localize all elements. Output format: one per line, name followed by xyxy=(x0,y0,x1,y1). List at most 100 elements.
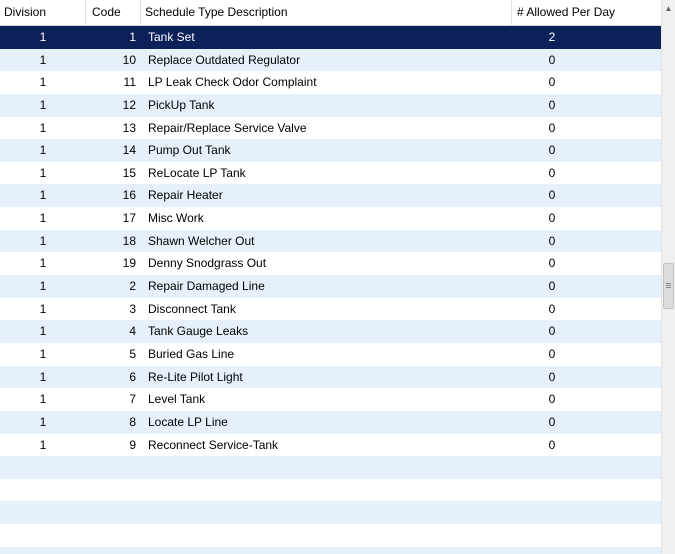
cell-allowed-per-day: 0 xyxy=(548,414,556,429)
cell-division: 1 xyxy=(39,165,47,180)
scroll-up-icon[interactable]: ▲ xyxy=(662,0,675,17)
schedule-type-grid[interactable]: Division Code Schedule Type Description … xyxy=(0,0,661,554)
grip-icon xyxy=(666,287,671,288)
cell-allowed-per-day: 0 xyxy=(548,233,556,248)
vertical-scrollbar[interactable]: ▲ xyxy=(661,0,675,554)
cell-division: 1 xyxy=(39,75,47,90)
cell-allowed-per-day: 2 xyxy=(548,30,556,44)
empty-table-row[interactable] xyxy=(0,478,661,502)
empty-table-row[interactable] xyxy=(0,456,661,479)
cell-code: 12 xyxy=(122,97,136,112)
cell-description: Level Tank xyxy=(148,392,206,407)
cell-division: 1 xyxy=(39,256,47,271)
cell-description: Repair Heater xyxy=(148,188,223,203)
cell-division: 1 xyxy=(39,437,47,452)
cell-code: 3 xyxy=(129,301,136,316)
cell-division: 1 xyxy=(39,120,47,135)
cell-allowed-per-day: 0 xyxy=(548,165,556,180)
cell-division: 1 xyxy=(39,301,47,316)
table-row[interactable]: 1 11 LP Leak Check Odor Complaint 0 xyxy=(0,71,661,94)
cell-description: PickUp Tank xyxy=(148,97,215,112)
cell-description: Re-Lite Pilot Light xyxy=(148,369,243,384)
table-row[interactable]: 1 6 Re-Lite Pilot Light 0 xyxy=(0,365,661,389)
cell-code: 15 xyxy=(122,165,136,180)
cell-description: Denny Snodgrass Out xyxy=(148,256,267,271)
table-row[interactable]: 1 18 Shawn Welcher Out 0 xyxy=(0,229,661,253)
cell-description: Shawn Welcher Out xyxy=(148,233,255,248)
column-header-description[interactable]: Schedule Type Description xyxy=(141,0,512,25)
cell-description: ReLocate LP Tank xyxy=(148,165,246,180)
cell-description: Tank Set xyxy=(148,30,195,44)
cell-description: Tank Gauge Leaks xyxy=(148,324,249,339)
table-row[interactable]: 1 12 PickUp Tank 0 xyxy=(0,93,661,117)
grid-header: Division Code Schedule Type Description … xyxy=(0,0,661,26)
cell-description: Reconnect Service-Tank xyxy=(148,437,279,452)
cell-allowed-per-day: 0 xyxy=(548,301,556,316)
cell-description: Locate LP Line xyxy=(148,414,228,429)
cell-division: 1 xyxy=(39,52,47,67)
cell-code: 1 xyxy=(129,30,136,44)
table-row[interactable]: 1 3 Disconnect Tank 0 xyxy=(0,297,661,321)
cell-code: 2 xyxy=(129,279,136,294)
cell-division: 1 xyxy=(39,392,47,407)
cell-allowed-per-day: 0 xyxy=(548,120,556,135)
scrollbar-thumb[interactable] xyxy=(663,263,674,309)
table-row[interactable]: 1 17 Misc Work 0 xyxy=(0,207,661,230)
cell-allowed-per-day: 0 xyxy=(548,279,556,294)
table-row[interactable]: 1 15 ReLocate LP Tank 0 xyxy=(0,161,661,185)
cell-code: 7 xyxy=(129,392,136,407)
cell-division: 1 xyxy=(39,233,47,248)
cell-allowed-per-day: 0 xyxy=(548,346,556,361)
cell-code: 9 xyxy=(129,437,136,452)
cell-code: 18 xyxy=(122,233,136,248)
column-header-division[interactable]: Division xyxy=(0,0,86,25)
cell-allowed-per-day: 0 xyxy=(548,211,556,226)
cell-code: 6 xyxy=(129,369,136,384)
empty-table-row[interactable] xyxy=(0,501,661,525)
cell-allowed-per-day: 0 xyxy=(548,188,556,203)
table-row[interactable]: 1 16 Repair Heater 0 xyxy=(0,184,661,208)
grid-body: 1 1 Tank Set 2 1 10 Replace Outdated Regulator… xyxy=(0,26,661,554)
cell-allowed-per-day: 0 xyxy=(548,97,556,112)
cell-division: 1 xyxy=(39,211,47,226)
cell-allowed-per-day: 0 xyxy=(548,437,556,452)
cell-allowed-per-day: 0 xyxy=(548,75,556,90)
table-row[interactable]: 1 9 Reconnect Service-Tank 0 xyxy=(0,433,661,457)
cell-division: 1 xyxy=(39,346,47,361)
cell-code: 4 xyxy=(129,324,136,339)
empty-table-row[interactable] xyxy=(0,546,661,554)
empty-table-row[interactable] xyxy=(0,524,661,547)
table-row[interactable]: 1 2 Repair Damaged Line 0 xyxy=(0,275,661,298)
cell-code: 16 xyxy=(122,188,136,203)
cell-allowed-per-day: 0 xyxy=(548,369,556,384)
grip-icon xyxy=(666,285,671,286)
cell-description: Repair/Replace Service Valve xyxy=(148,120,307,135)
table-row[interactable]: 1 8 Locate LP Line 0 xyxy=(0,410,661,434)
cell-allowed-per-day: 0 xyxy=(548,324,556,339)
cell-description: LP Leak Check Odor Complaint xyxy=(148,75,317,90)
table-row[interactable]: 1 5 Buried Gas Line 0 xyxy=(0,342,661,366)
cell-description: Repair Damaged Line xyxy=(148,279,265,294)
grip-icon xyxy=(666,283,671,284)
table-row[interactable]: 1 19 Denny Snodgrass Out 0 xyxy=(0,252,661,276)
cell-description: Buried Gas Line xyxy=(148,346,235,361)
table-row[interactable]: 1 7 Level Tank 0 xyxy=(0,388,661,411)
cell-division: 1 xyxy=(39,369,47,384)
cell-division: 1 xyxy=(39,143,47,158)
column-header-code[interactable]: Code xyxy=(86,0,141,25)
column-header-allowed-per-day[interactable]: # Allowed Per Day xyxy=(512,0,661,25)
cell-division: 1 xyxy=(39,30,47,44)
cell-code: 11 xyxy=(123,75,136,90)
cell-division: 1 xyxy=(39,324,47,339)
cell-code: 5 xyxy=(129,346,136,361)
cell-allowed-per-day: 0 xyxy=(548,52,556,67)
cell-code: 8 xyxy=(129,414,136,429)
table-row[interactable]: 1 4 Tank Gauge Leaks 0 xyxy=(0,320,661,343)
cell-division: 1 xyxy=(39,97,47,112)
cell-description: Disconnect Tank xyxy=(148,301,236,316)
table-row[interactable]: 1 10 Replace Outdated Regulator 0 xyxy=(0,48,661,72)
table-row[interactable]: 1 14 Pump Out Tank 0 xyxy=(0,139,661,162)
table-row[interactable]: 1 13 Repair/Replace Service Valve 0 xyxy=(0,116,661,140)
cell-code: 10 xyxy=(122,52,136,67)
table-row[interactable]: 1 1 Tank Set 2 xyxy=(0,26,661,49)
